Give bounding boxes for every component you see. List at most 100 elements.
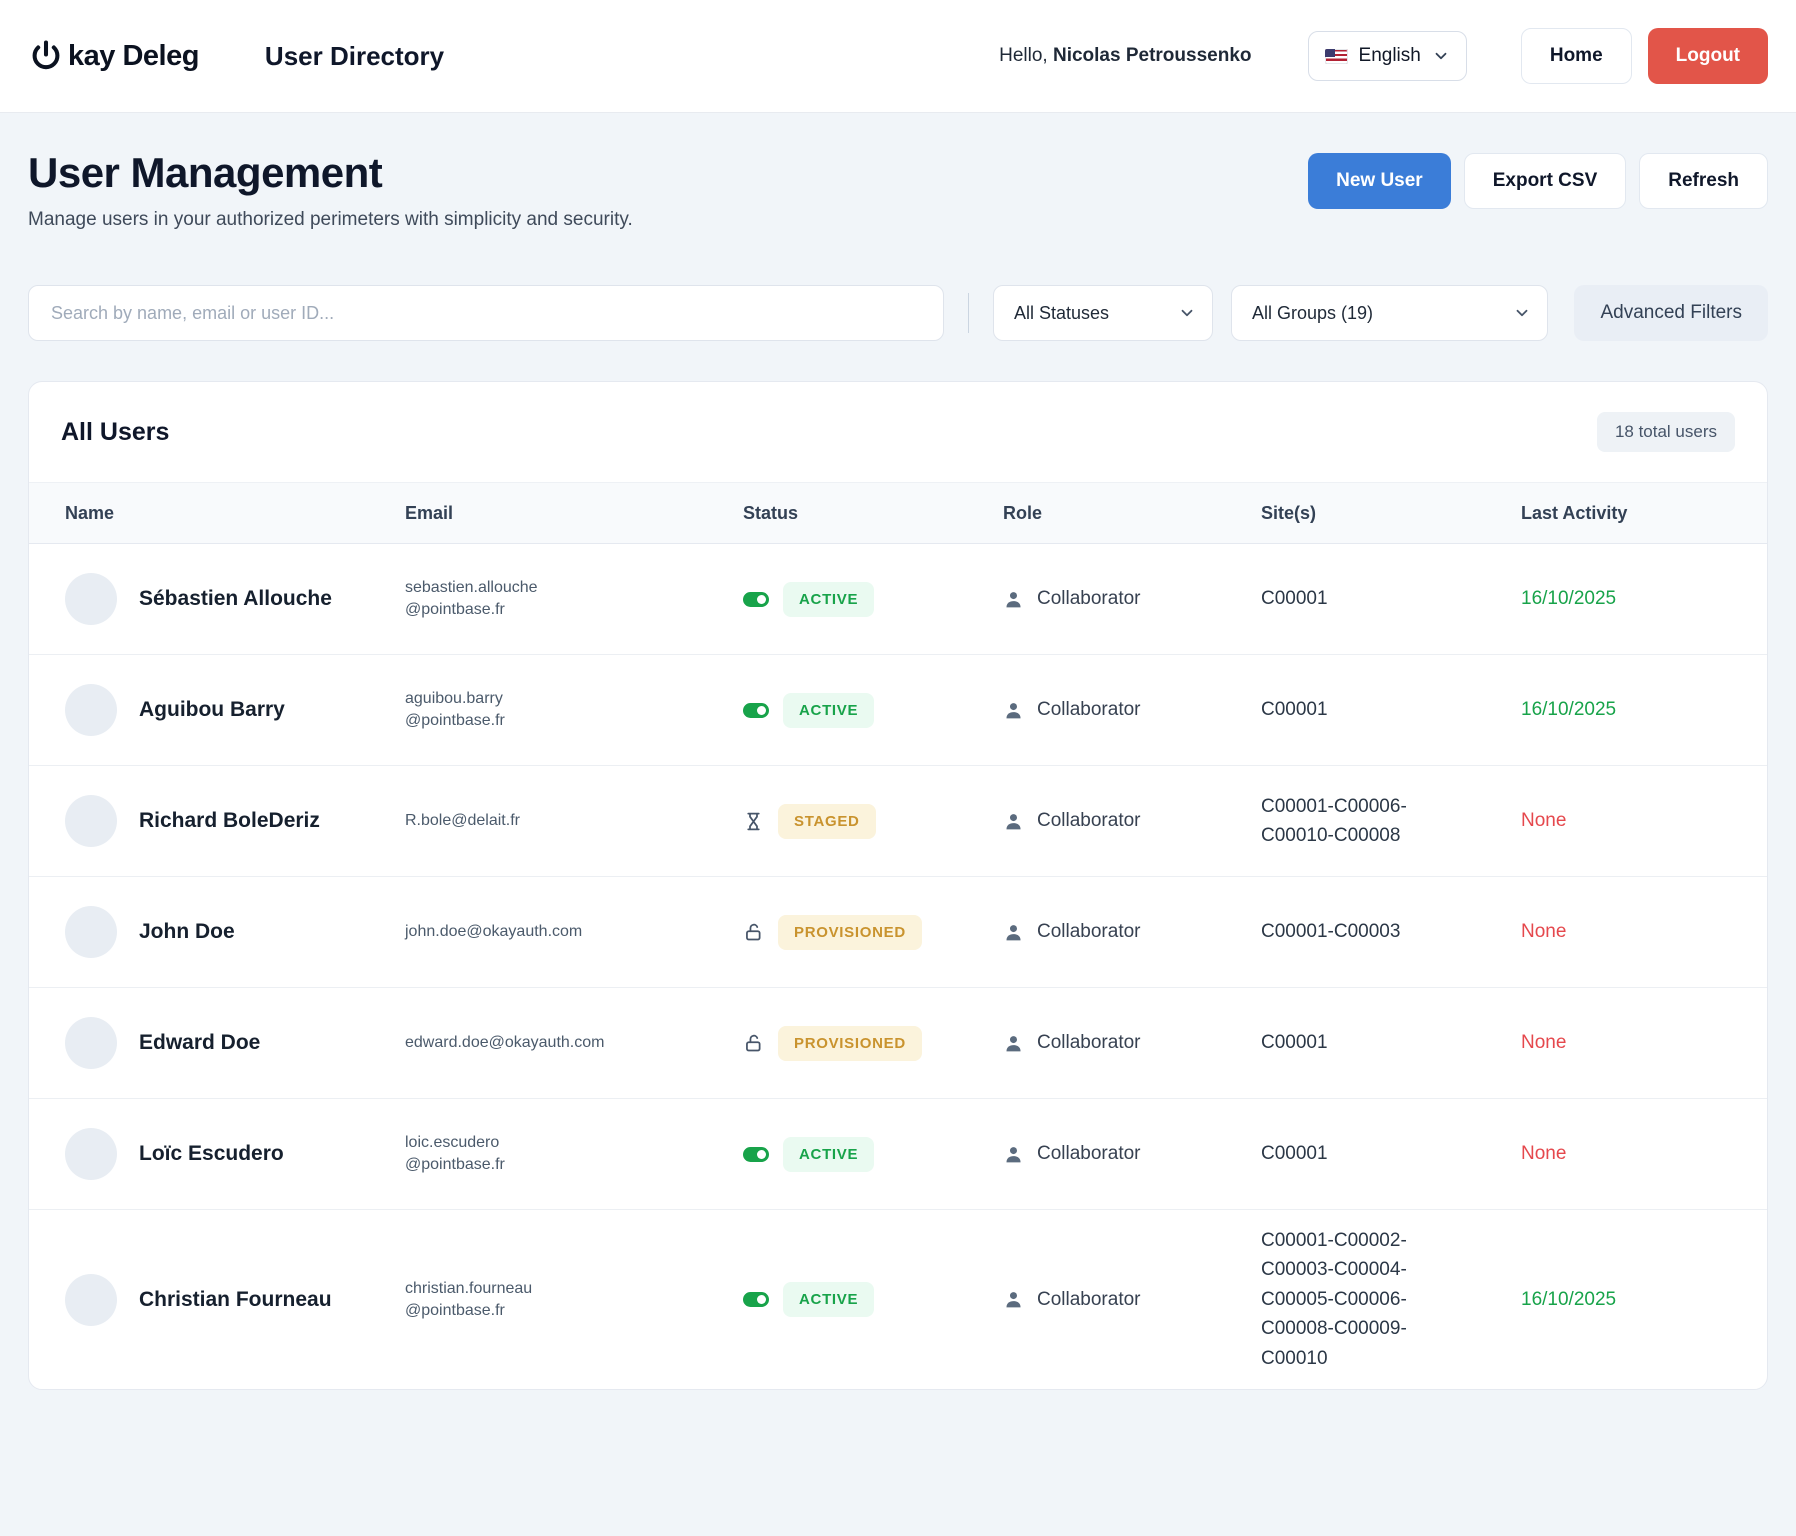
language-label: English [1359, 45, 1421, 67]
status-badge: PROVISIONED [778, 915, 922, 950]
user-role: Collaborator [1037, 1143, 1141, 1165]
avatar [65, 1274, 117, 1326]
current-user-name: Nicolas Petroussenko [1053, 45, 1252, 66]
table-row[interactable]: Sébastien Allouche sebastien.allouche @p… [29, 544, 1767, 655]
col-last-activity: Last Activity [1521, 503, 1737, 524]
person-icon [1003, 922, 1024, 943]
filter-bar: All Statuses All Groups (19) Advanced Fi… [28, 285, 1768, 341]
user-name: Richard BoleDeriz [139, 809, 320, 833]
user-sites: C00001-C00003 [1261, 917, 1521, 946]
status-badge: PROVISIONED [778, 1026, 922, 1061]
person-icon [1003, 589, 1024, 610]
new-user-button[interactable]: New User [1308, 153, 1451, 209]
user-sites: C00001 [1261, 1028, 1521, 1057]
language-selector[interactable]: English [1308, 31, 1467, 81]
chevron-down-icon [1513, 304, 1531, 322]
person-icon [1003, 1033, 1024, 1054]
user-name: Edward Doe [139, 1031, 260, 1055]
status-cell: ACTIVE [743, 582, 1003, 617]
table-row[interactable]: Richard BoleDeriz R.bole@delait.fr STAGE… [29, 766, 1767, 877]
user-email: loic.escudero @pointbase.fr [405, 1132, 743, 1175]
refresh-button[interactable]: Refresh [1639, 153, 1768, 209]
filter-divider [968, 293, 969, 333]
avatar [65, 906, 117, 958]
avatar [65, 573, 117, 625]
user-role: Collaborator [1037, 810, 1141, 832]
last-activity: None [1521, 810, 1737, 832]
col-status: Status [743, 503, 1003, 524]
status-cell: ACTIVE [743, 1282, 1003, 1317]
group-filter-value: All Groups (19) [1252, 303, 1373, 324]
avatar [65, 1128, 117, 1180]
user-email: christian.fourneau @pointbase.fr [405, 1278, 743, 1321]
last-activity: None [1521, 921, 1737, 943]
avatar [65, 684, 117, 736]
status-cell: ACTIVE [743, 1137, 1003, 1172]
status-badge: ACTIVE [783, 693, 874, 728]
user-email: aguibou.barry @pointbase.fr [405, 688, 743, 731]
user-email: edward.doe@okayauth.com [405, 1032, 743, 1054]
chevron-down-icon [1432, 47, 1450, 65]
table-header: Name Email Status Role Site(s) Last Acti… [29, 482, 1767, 544]
user-sites: C00001 [1261, 1139, 1521, 1168]
card-title: All Users [61, 418, 169, 447]
toggle-on-icon [743, 703, 769, 718]
toggle-on-icon [743, 1292, 769, 1307]
status-badge: ACTIVE [783, 582, 874, 617]
status-filter-value: All Statuses [1014, 303, 1109, 324]
last-activity: None [1521, 1143, 1737, 1165]
last-activity: 16/10/2025 [1521, 1289, 1737, 1311]
last-activity: 16/10/2025 [1521, 588, 1737, 610]
export-csv-button[interactable]: Export CSV [1464, 153, 1627, 209]
advanced-filters-button[interactable]: Advanced Filters [1574, 285, 1768, 341]
user-role: Collaborator [1037, 1032, 1141, 1054]
user-email: sebastien.allouche @pointbase.fr [405, 577, 743, 620]
user-sites: C00001 [1261, 584, 1521, 613]
search-input[interactable] [28, 285, 944, 341]
toggle-on-icon [743, 1147, 769, 1162]
status-cell: PROVISIONED [743, 1026, 1003, 1061]
logout-button[interactable]: Logout [1648, 28, 1768, 84]
chevron-down-icon [1178, 304, 1196, 322]
brand-logo[interactable]: kay Deleg [28, 38, 199, 74]
user-role: Collaborator [1037, 1289, 1141, 1311]
table-row[interactable]: Aguibou Barry aguibou.barry @pointbase.f… [29, 655, 1767, 766]
status-filter-select[interactable]: All Statuses [993, 285, 1213, 341]
greeting-prefix: Hello, [999, 45, 1048, 66]
table-row[interactable]: Christian Fourneau christian.fourneau @p… [29, 1210, 1767, 1389]
person-icon [1003, 1144, 1024, 1165]
us-flag-icon [1325, 49, 1348, 64]
page-subtitle: Manage users in your authorized perimete… [28, 209, 633, 231]
person-icon [1003, 1289, 1024, 1310]
status-badge: ACTIVE [783, 1282, 874, 1317]
col-role: Role [1003, 503, 1261, 524]
status-cell: PROVISIONED [743, 915, 1003, 950]
table-row[interactable]: Edward Doe edward.doe@okayauth.com PROVI… [29, 988, 1767, 1099]
person-icon [1003, 700, 1024, 721]
table-row[interactable]: Loïc Escudero loic.escudero @pointbase.f… [29, 1099, 1767, 1210]
user-email: john.doe@okayauth.com [405, 921, 743, 943]
table-row[interactable]: John Doe john.doe@okayauth.com PROVISION… [29, 877, 1767, 988]
user-role: Collaborator [1037, 588, 1141, 610]
unlock-icon [743, 922, 764, 943]
user-role: Collaborator [1037, 699, 1141, 721]
user-sites: C00001 [1261, 695, 1521, 724]
user-email: R.bole@delait.fr [405, 810, 743, 832]
power-icon [28, 38, 64, 74]
main-content: User Management Manage users in your aut… [0, 149, 1796, 1402]
group-filter-select[interactable]: All Groups (19) [1231, 285, 1548, 341]
home-button[interactable]: Home [1521, 28, 1632, 84]
top-bar: kay Deleg User Directory Hello, Nicolas … [0, 0, 1796, 113]
user-sites: C00001-C00006- C00010-C00008 [1261, 792, 1521, 851]
user-table-body: Sébastien Allouche sebastien.allouche @p… [29, 544, 1767, 1389]
status-cell: STAGED [743, 804, 1003, 839]
app-title: User Directory [265, 41, 444, 72]
avatar [65, 1017, 117, 1069]
person-icon [1003, 811, 1024, 832]
user-name: Loïc Escudero [139, 1142, 284, 1166]
status-badge: STAGED [778, 804, 876, 839]
user-sites: C00001-C00002- C00003-C00004- C00005-C00… [1261, 1226, 1521, 1373]
toggle-on-icon [743, 592, 769, 607]
col-name: Name [65, 503, 405, 524]
users-card: All Users 18 total users Name Email Stat… [28, 381, 1768, 1390]
